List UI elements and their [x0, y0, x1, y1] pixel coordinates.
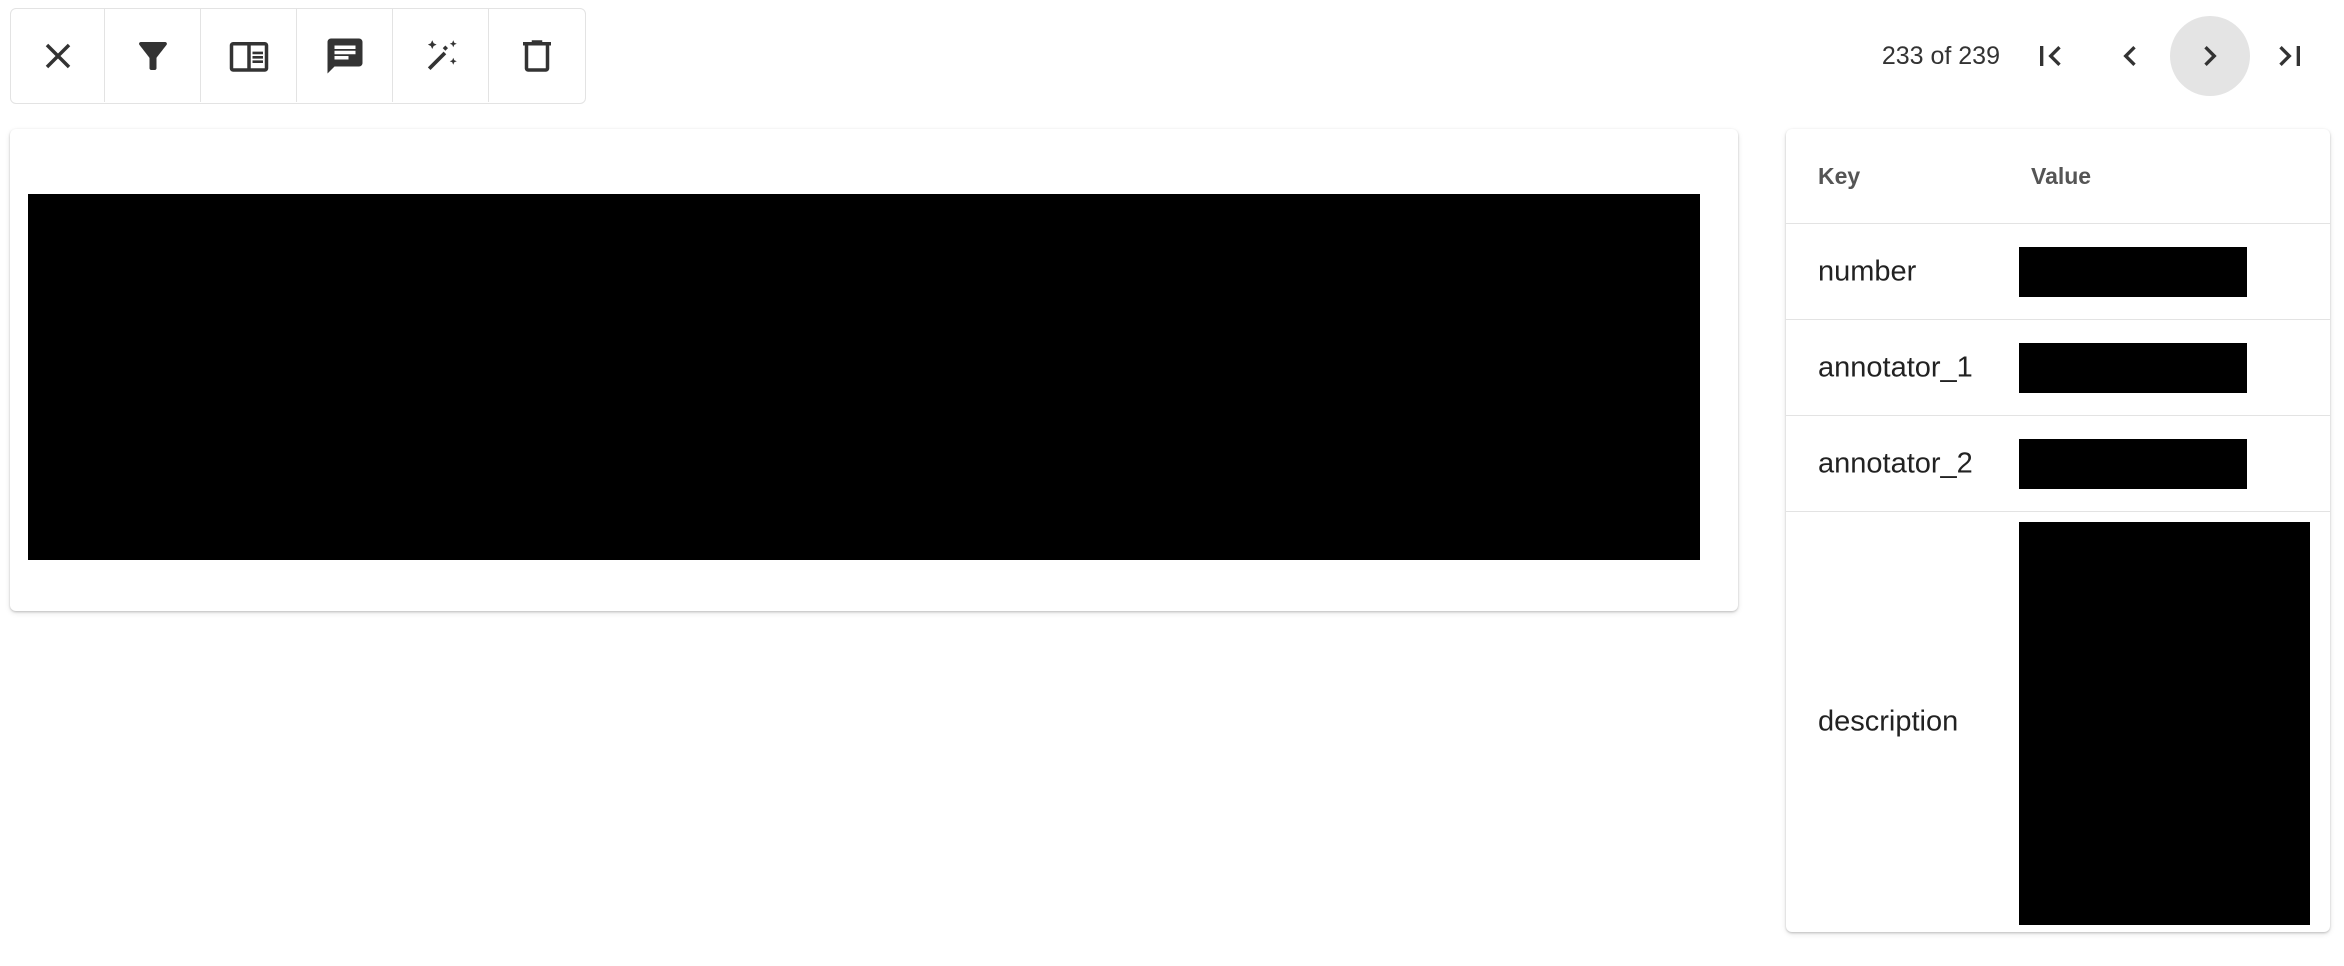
redacted-value — [2019, 342, 2247, 393]
filter-button[interactable] — [105, 9, 201, 102]
table-header: Key Value — [1786, 129, 2330, 224]
table-row: annotator_1 — [1786, 320, 2330, 416]
key-column-header: Key — [1818, 163, 1861, 189]
table-row: description — [1786, 512, 2330, 932]
close-icon — [45, 43, 70, 68]
trash-icon — [523, 39, 551, 72]
first-page-icon — [2040, 46, 2061, 66]
table-row: annotator_2 — [1786, 416, 2330, 512]
table-row: number — [1786, 224, 2330, 320]
page-count: 233 of 239 — [1881, 41, 2000, 70]
redacted-value — [2019, 246, 2247, 297]
pagination: 233 of 239 — [1882, 14, 2330, 98]
next-page-button[interactable] — [2170, 16, 2250, 96]
chevron-right-icon — [2204, 46, 2217, 66]
sidebar-panel-icon — [229, 41, 268, 72]
value-column-header: Value — [2031, 163, 2092, 189]
toolbar — [10, 8, 586, 104]
redacted-content — [28, 194, 1700, 560]
comment-icon — [327, 38, 362, 73]
metadata-table: Key Value number annotator_1 annotator_2… — [1786, 129, 2330, 932]
previous-page-button[interactable] — [2090, 16, 2170, 96]
redacted-value — [2019, 438, 2247, 489]
last-page-button[interactable] — [2250, 16, 2330, 96]
first-page-button[interactable] — [2010, 16, 2090, 96]
redacted-value — [2019, 522, 2310, 925]
magic-wand-button[interactable] — [393, 9, 489, 102]
row-key: annotator_1 — [1818, 351, 1973, 383]
delete-button[interactable] — [489, 9, 585, 102]
filter-icon — [138, 41, 167, 70]
chevron-left-icon — [2123, 46, 2136, 66]
close-button[interactable] — [11, 9, 105, 102]
row-key: annotator_2 — [1818, 447, 1973, 479]
row-key: description — [1818, 705, 1959, 738]
row-key: number — [1818, 255, 1917, 287]
toggle-panel-button[interactable] — [201, 9, 297, 102]
comment-button[interactable] — [297, 9, 393, 102]
magic-wand-icon — [427, 39, 457, 70]
item-content-card — [10, 129, 1738, 611]
last-page-icon — [2279, 46, 2300, 66]
